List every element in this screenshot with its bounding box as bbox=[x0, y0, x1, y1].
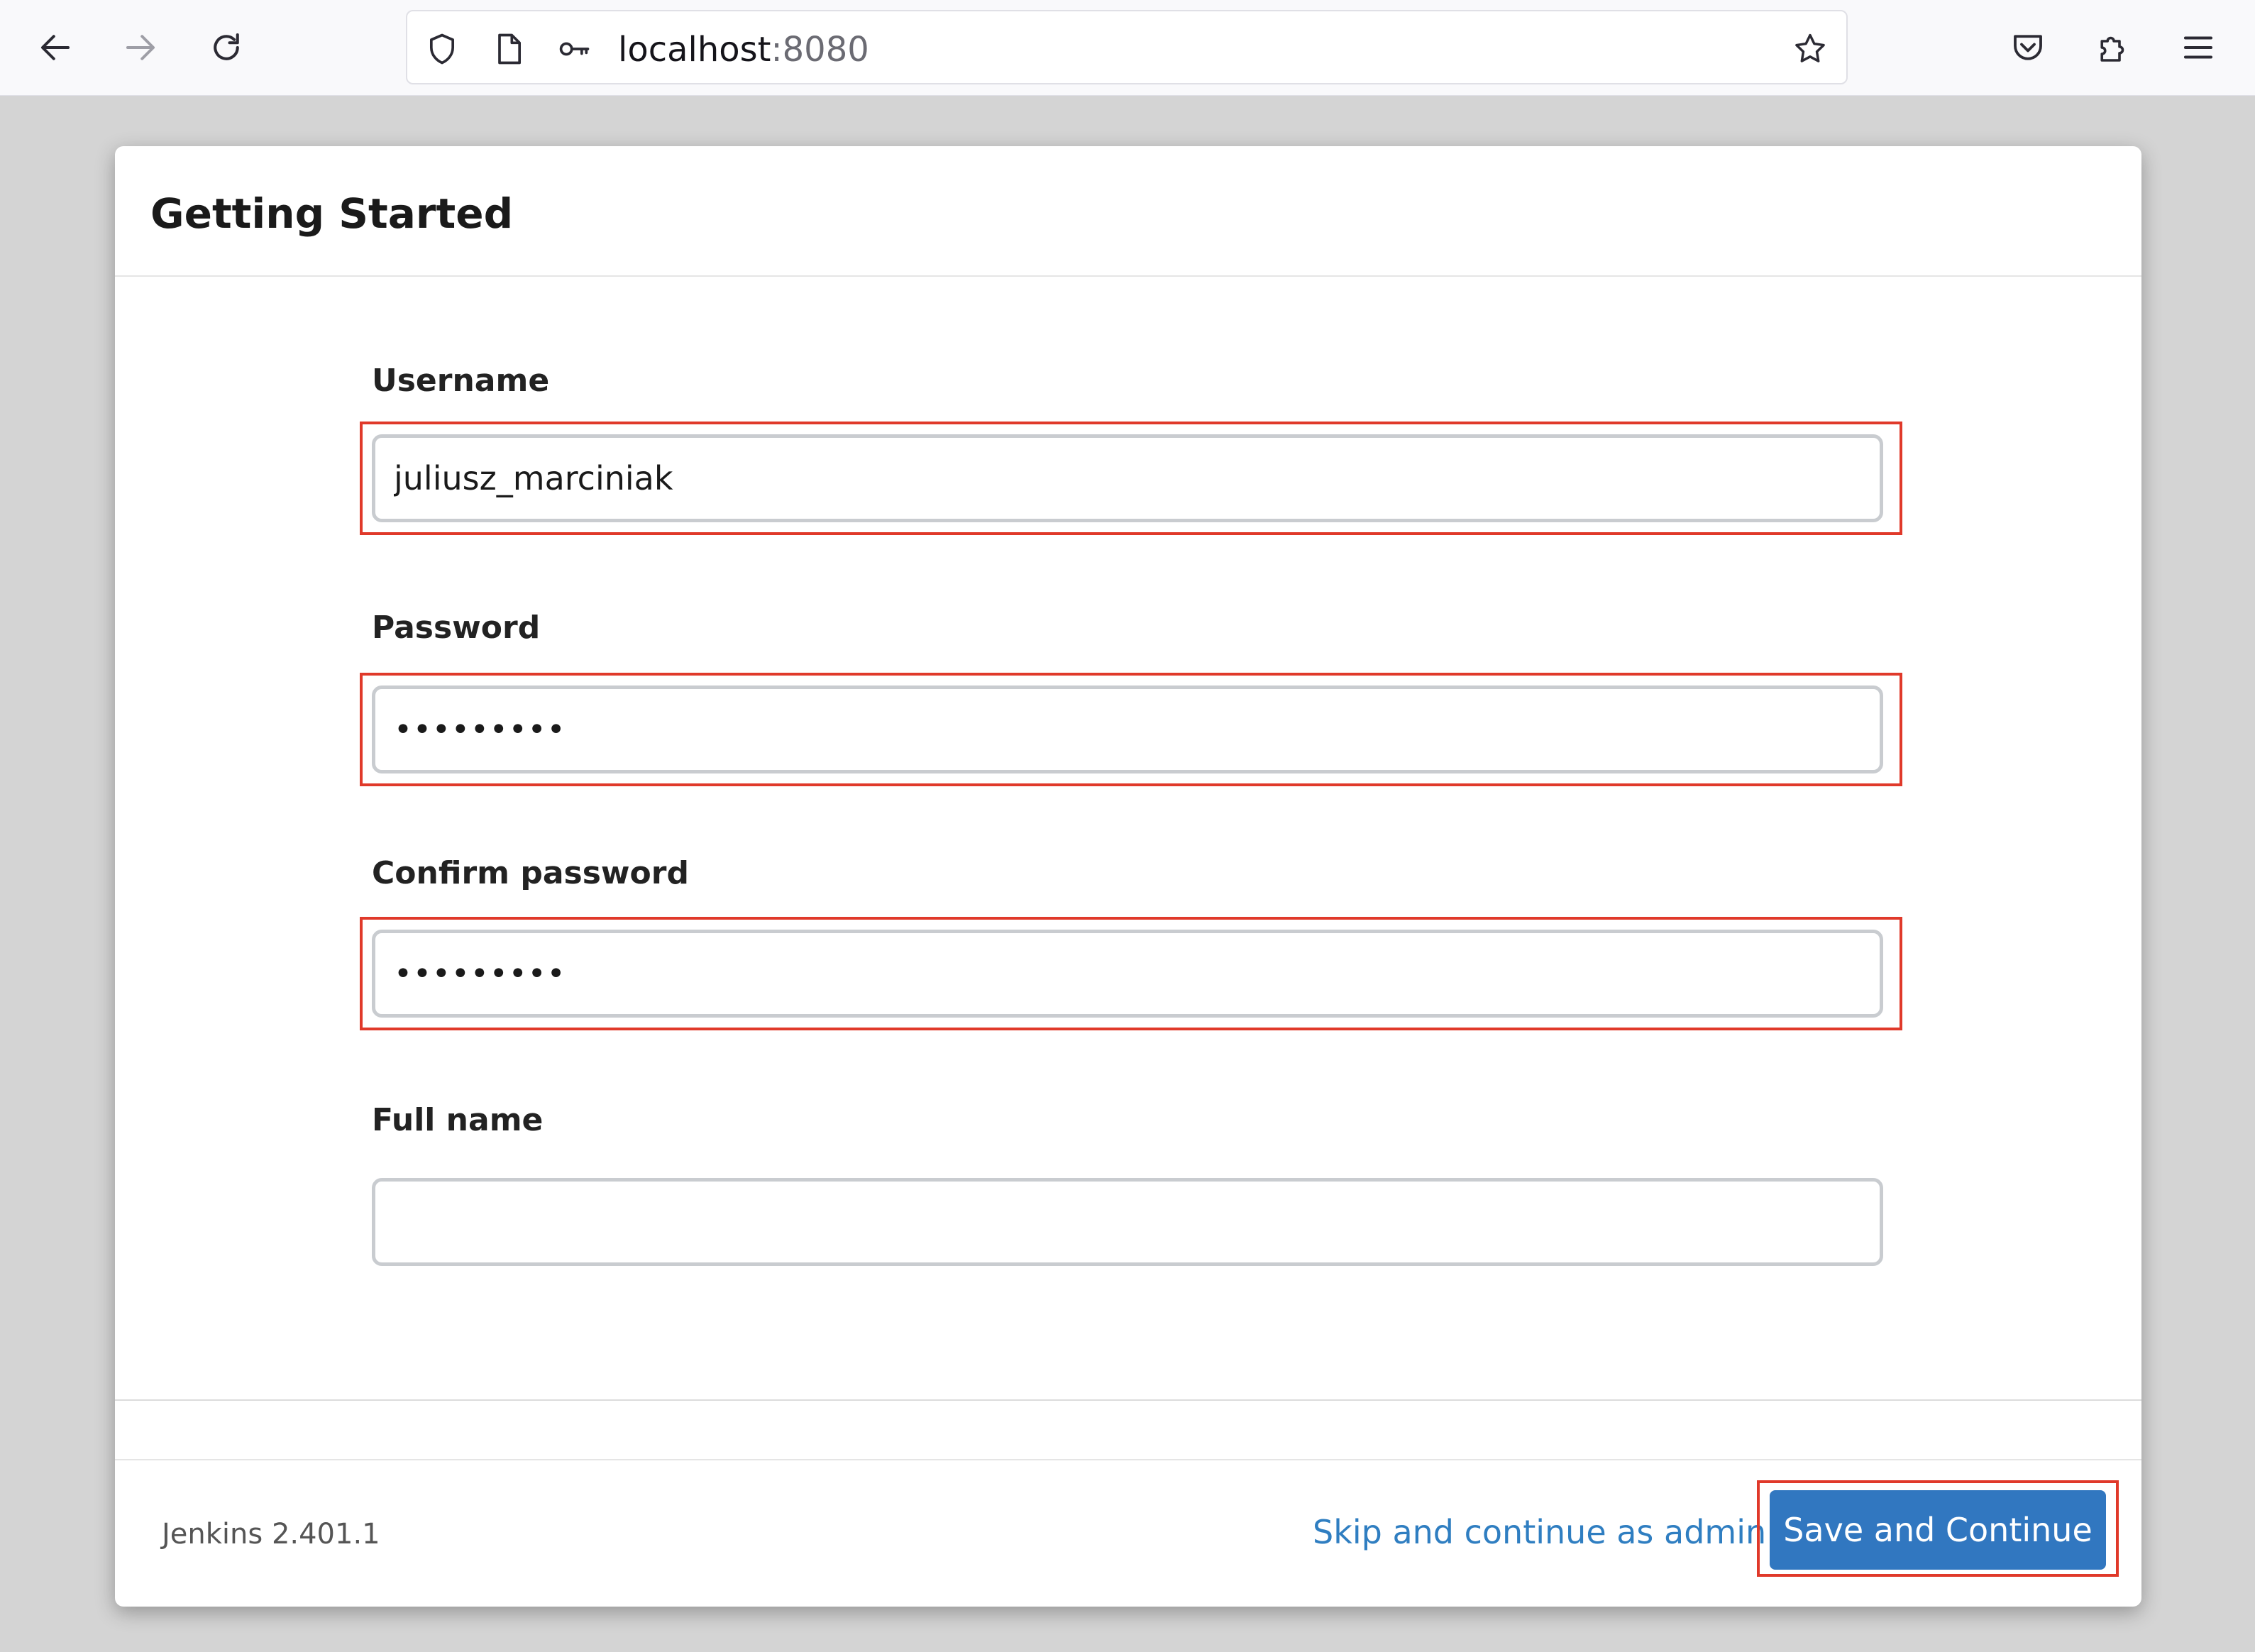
pocket-icon bbox=[2014, 35, 2042, 60]
url-bar[interactable]: localhost:8080 bbox=[406, 10, 1848, 84]
full-name-input[interactable] bbox=[372, 1178, 1883, 1266]
username-label: Username bbox=[372, 363, 550, 399]
pocket-button[interactable] bbox=[2004, 23, 2052, 72]
dialog-footer: Jenkins 2.401.1 Skip and continue as adm… bbox=[115, 1459, 2141, 1607]
hamburger-icon bbox=[2183, 36, 2213, 59]
full-name-label: Full name bbox=[372, 1102, 544, 1138]
confirm-password-label: Confirm password bbox=[372, 855, 689, 891]
menu-button[interactable] bbox=[2174, 23, 2222, 72]
username-input[interactable] bbox=[372, 434, 1883, 522]
arrow-left-icon bbox=[40, 35, 70, 60]
reload-icon bbox=[214, 33, 239, 60]
url-port: :8080 bbox=[771, 30, 869, 70]
jenkins-version: Jenkins 2.401.1 bbox=[162, 1518, 380, 1551]
password-label: Password bbox=[372, 610, 541, 646]
dialog-title: Getting Started bbox=[150, 189, 514, 238]
skip-and-continue-link[interactable]: Skip and continue as admin bbox=[1313, 1513, 1766, 1551]
content-divider bbox=[115, 1399, 2141, 1401]
browser-toolbar: localhost:8080 bbox=[0, 0, 2255, 96]
save-and-continue-button[interactable]: Save and Continue bbox=[1770, 1490, 2106, 1570]
puzzle-icon bbox=[2100, 36, 2124, 62]
setup-dialog: Getting Started Username Password Confir… bbox=[115, 146, 2141, 1607]
forward-button[interactable] bbox=[116, 23, 165, 72]
arrow-right-icon bbox=[126, 35, 155, 60]
url-text[interactable]: localhost:8080 bbox=[618, 31, 869, 68]
back-button[interactable] bbox=[31, 23, 79, 72]
page-icon[interactable] bbox=[488, 28, 529, 70]
url-host: localhost bbox=[618, 30, 771, 70]
reload-button[interactable] bbox=[202, 23, 250, 72]
confirm-password-input[interactable] bbox=[372, 930, 1883, 1018]
key-icon[interactable] bbox=[553, 28, 595, 70]
star-icon[interactable] bbox=[1790, 28, 1831, 70]
shield-icon[interactable] bbox=[421, 28, 463, 70]
extensions-button[interactable] bbox=[2089, 23, 2137, 72]
dialog-header: Getting Started bbox=[115, 146, 2141, 277]
password-input[interactable] bbox=[372, 685, 1883, 773]
